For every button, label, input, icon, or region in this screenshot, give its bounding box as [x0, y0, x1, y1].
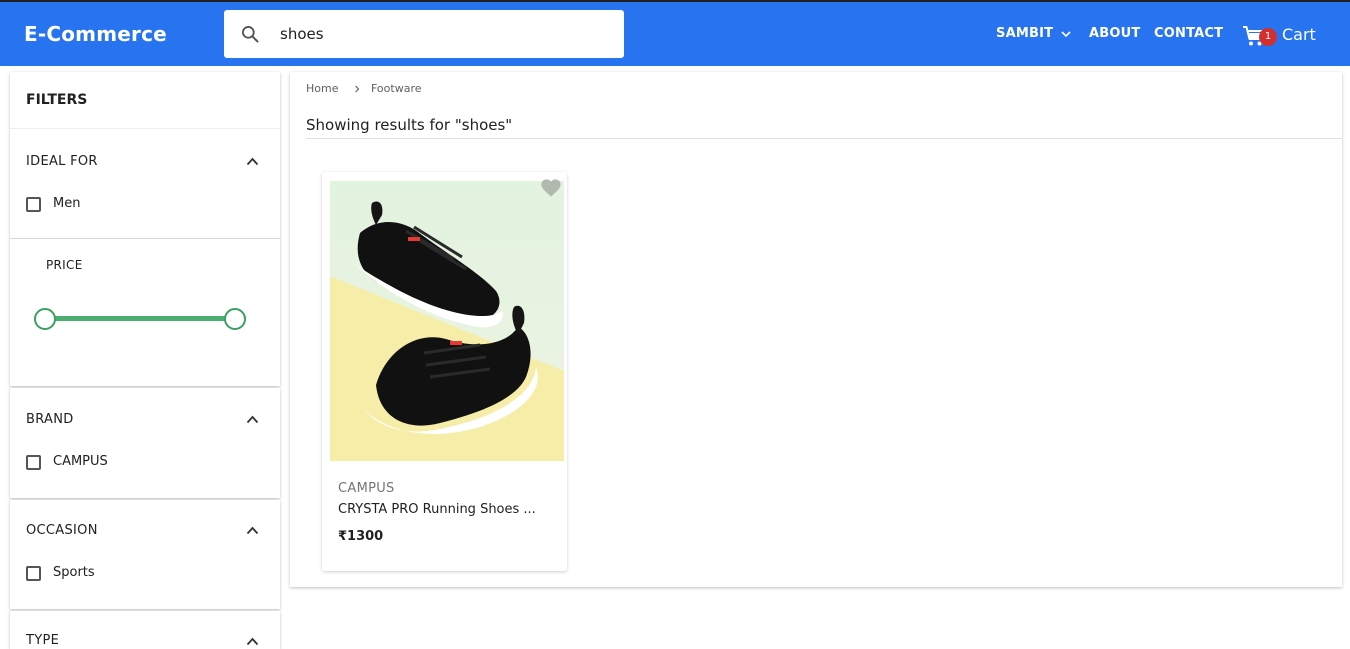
price-min-thumb[interactable] [34, 308, 56, 330]
occasion-filter-panel: OCCASION Sports [10, 500, 280, 609]
brand-filter-panel: BRAND CAMPUS [10, 388, 280, 498]
product-card[interactable]: CAMPUS CRYSTA PRO Running Shoes ... ₹130… [322, 172, 567, 571]
contact-link[interactable]: CONTACT [1154, 26, 1223, 41]
divider [10, 128, 280, 129]
product-brand: CAMPUS [338, 481, 395, 496]
product-image[interactable] [330, 181, 564, 461]
filters-sidebar: FILTERS IDEAL FOR Men PRICE BRAND CAMPUS… [10, 72, 280, 649]
cart-label[interactable]: Cart [1282, 25, 1316, 44]
chevron-up-icon[interactable] [246, 415, 259, 424]
cart-count-badge: 1 [1259, 28, 1277, 46]
filters-title: FILTERS [26, 92, 88, 108]
type-title[interactable]: TYPE [26, 633, 59, 648]
user-menu-button[interactable]: SAMBIT [996, 26, 1053, 41]
filters-panel: FILTERS IDEAL FOR Men PRICE [10, 72, 280, 386]
divider [10, 238, 280, 239]
chevron-up-icon[interactable] [246, 526, 259, 535]
type-filter-panel: TYPE [10, 611, 280, 649]
brand-title[interactable]: BRAND [26, 412, 74, 427]
site-logo[interactable]: E-Commerce [24, 22, 167, 46]
filter-option-label: Sports [53, 565, 95, 580]
black-running-shoes-icon [330, 181, 564, 461]
divider [306, 138, 1342, 139]
price-title: PRICE [46, 258, 83, 272]
product-price: ₹1300 [338, 529, 384, 544]
checkbox[interactable] [26, 197, 41, 212]
chevron-right-icon [355, 85, 360, 93]
product-name[interactable]: CRYSTA PRO Running Shoes ... [338, 502, 536, 517]
wishlist-heart-icon[interactable] [540, 178, 562, 198]
breadcrumb-footware[interactable]: Footware [371, 82, 422, 95]
top-app-bar: E-Commerce SAMBIT ABOUT CONTACT 1 Cart [0, 0, 1350, 66]
search-icon[interactable] [240, 24, 260, 44]
results-panel: Home Footware Showing results for "shoes… [290, 72, 1342, 587]
price-range-track[interactable] [46, 316, 236, 321]
ideal-for-title[interactable]: IDEAL FOR [26, 154, 98, 169]
search-bar[interactable] [224, 10, 624, 58]
checkbox[interactable] [26, 455, 41, 470]
filter-option-label: Men [53, 196, 81, 211]
checkbox[interactable] [26, 566, 41, 581]
chevron-down-icon[interactable] [1060, 29, 1072, 39]
chevron-up-icon[interactable] [246, 157, 259, 166]
results-title: Showing results for "shoes" [306, 116, 513, 134]
about-link[interactable]: ABOUT [1089, 26, 1140, 41]
occasion-title[interactable]: OCCASION [26, 523, 98, 538]
search-input[interactable] [280, 20, 610, 48]
price-max-thumb[interactable] [224, 308, 246, 330]
chevron-up-icon[interactable] [246, 637, 259, 646]
filter-option-label: CAMPUS [53, 454, 108, 469]
breadcrumb-home[interactable]: Home [306, 82, 338, 95]
